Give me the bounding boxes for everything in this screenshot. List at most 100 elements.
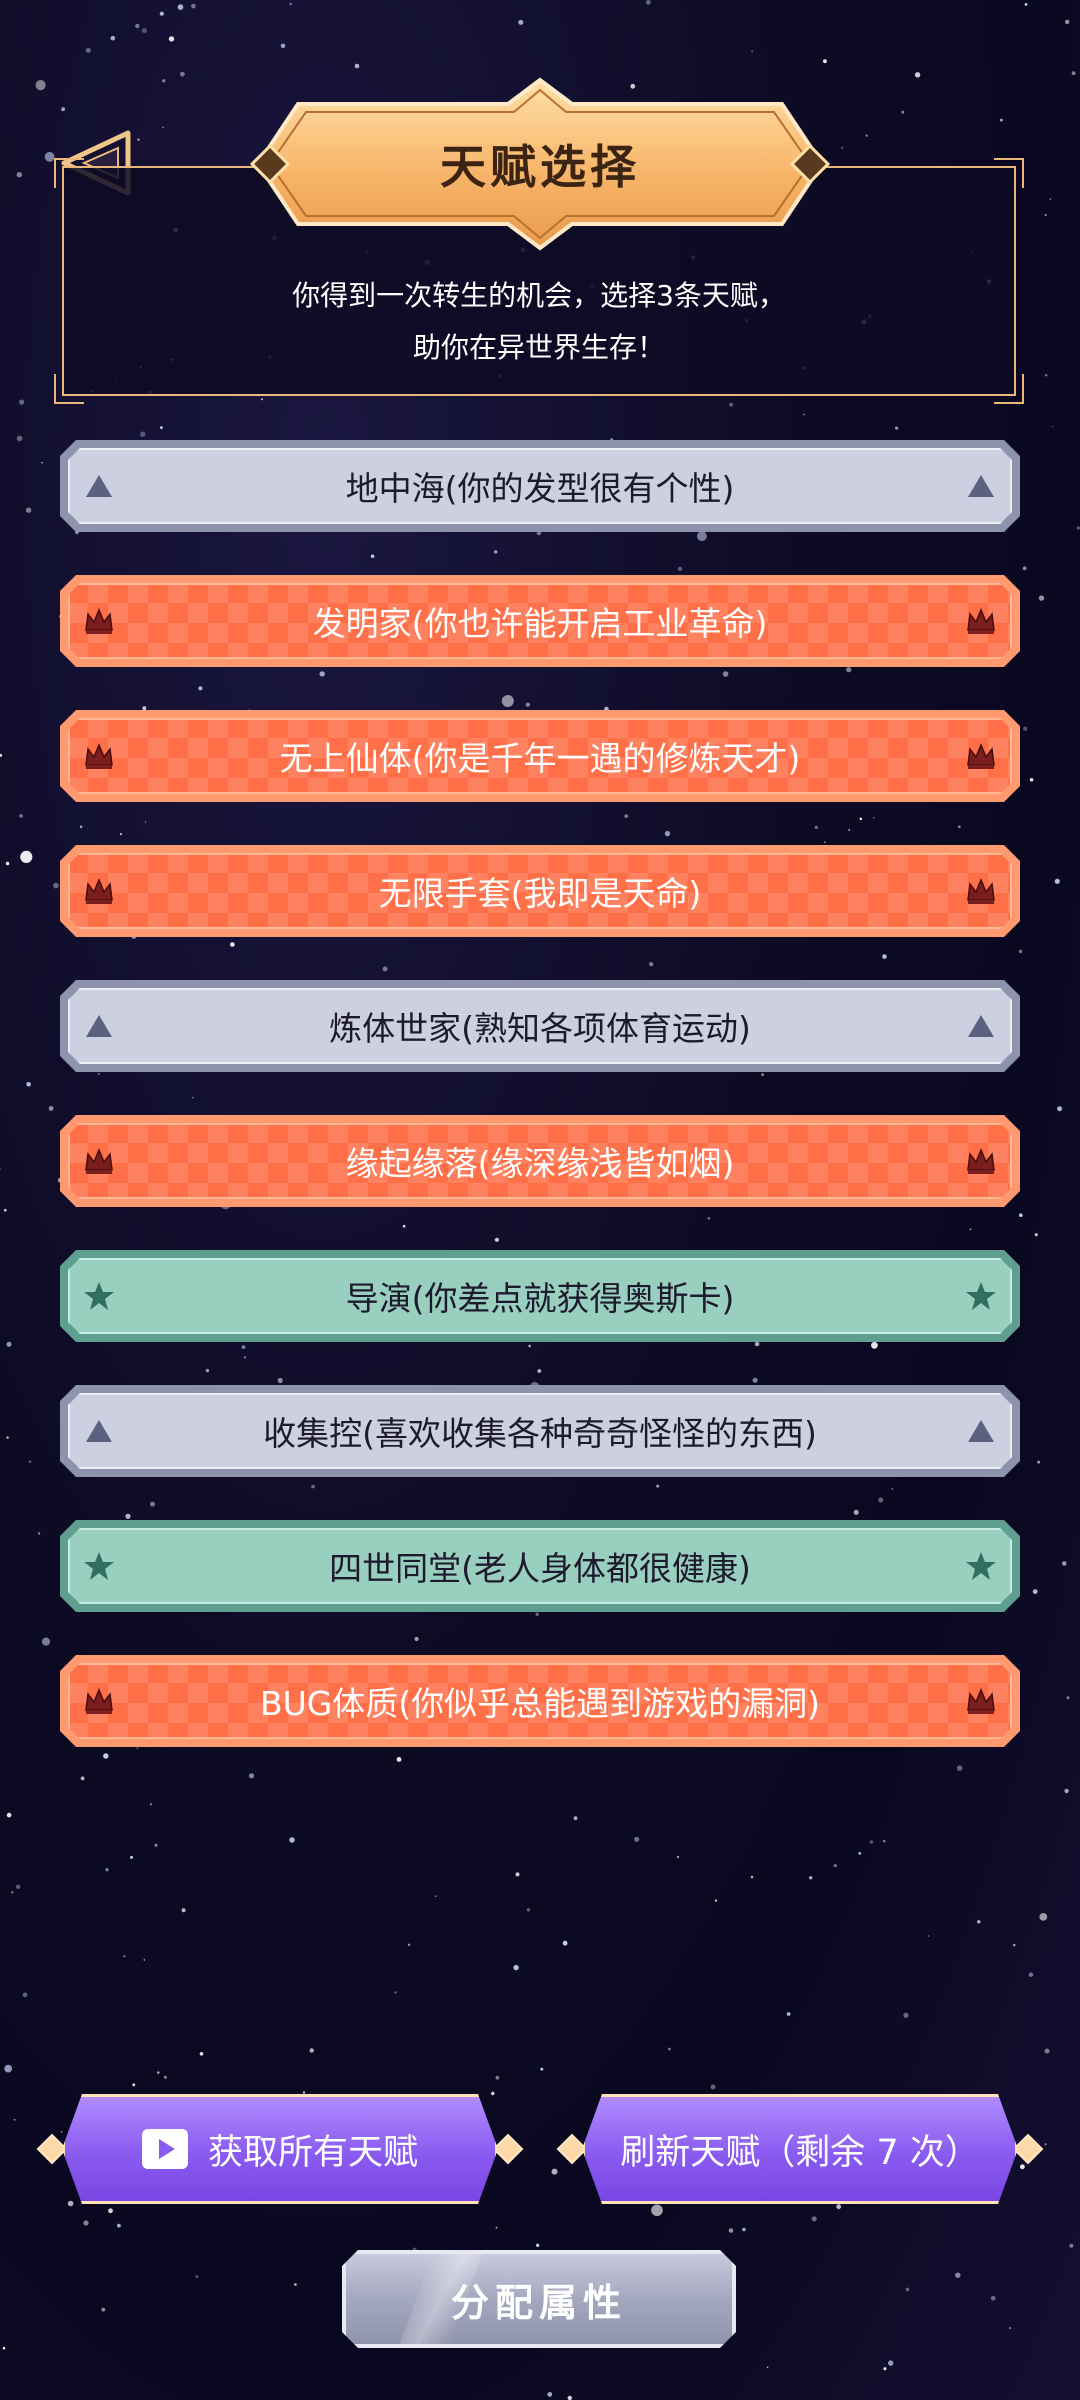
star	[1022, 566, 1027, 571]
talent-label: 收集控(喜欢收集各种奇奇怪怪的东西)	[263, 1414, 817, 1453]
star	[180, 71, 185, 77]
star	[882, 1839, 886, 1843]
star	[872, 817, 875, 819]
star	[19, 814, 23, 818]
star	[80, 1776, 85, 1781]
star	[905, 2287, 910, 2292]
star	[526, 1908, 531, 1912]
star	[137, 138, 140, 141]
star	[277, 1377, 283, 1384]
star	[4, 1208, 7, 1212]
star	[540, 2067, 544, 2071]
star	[141, 28, 147, 34]
star	[878, 1497, 884, 1503]
star	[494, 1237, 499, 1242]
talent-option[interactable]: 无上仙体(你是千年一遇的修炼天才)	[60, 710, 1020, 802]
star	[634, 1836, 640, 1842]
star	[132, 2083, 136, 2087]
star	[1039, 1913, 1048, 1921]
star	[624, 814, 629, 818]
star	[135, 23, 140, 29]
star	[977, 1920, 981, 1924]
star	[1029, 778, 1034, 782]
star	[958, 825, 961, 829]
talent-label: 地中海(你的发型很有个性)	[345, 469, 735, 508]
star	[1012, 1943, 1016, 1947]
star	[1044, 2048, 1050, 2054]
star	[159, 11, 164, 16]
star	[2, 2346, 6, 2350]
star	[110, 35, 116, 41]
intro-text: 你得到一次转生的机会，选择3条天赋， 助你在异世界生存！	[64, 270, 1014, 374]
star	[248, 1773, 255, 1779]
talent-option[interactable]: 收集控(喜欢收集各种奇奇怪怪的东西)	[60, 1385, 1020, 1477]
star	[895, 426, 899, 430]
talent-option[interactable]: 炼体世家(熟知各项体育运动)	[60, 980, 1020, 1072]
star	[191, 3, 196, 9]
talent-option[interactable]: 地中海(你的发型很有个性)	[60, 440, 1020, 532]
star	[649, 962, 654, 967]
star	[136, 1747, 139, 1750]
star	[15, 1884, 21, 1890]
star	[150, 1501, 155, 1507]
star	[108, 2208, 113, 2214]
star	[1023, 726, 1028, 731]
refresh-talents-button[interactable]: 刷新天赋（剩余 7 次）	[552, 2094, 1048, 2204]
star	[120, 833, 122, 836]
star	[394, 1991, 397, 1994]
star	[547, 2392, 553, 2397]
assign-attributes-label: 分配属性	[450, 2280, 627, 2325]
star	[656, 1484, 660, 1488]
talent-option[interactable]: 无限手套(我即是天命)	[60, 845, 1020, 937]
star	[751, 50, 753, 53]
star	[382, 966, 388, 972]
assign-attributes-button[interactable]: 分配属性	[342, 2250, 736, 2348]
star	[103, 1753, 109, 1759]
star	[163, 2075, 167, 2079]
star	[13, 2118, 16, 2121]
star	[1065, 19, 1070, 25]
star	[668, 2047, 671, 2051]
star	[676, 1855, 680, 1859]
get-all-talents-button[interactable]: 获取所有天赋	[32, 2094, 528, 2204]
star	[117, 2223, 121, 2228]
star	[518, 19, 524, 25]
star	[37, 1532, 41, 1535]
talent-option[interactable]: BUG体质(你似乎总能遇到游戏的漏洞)	[60, 1655, 1020, 1747]
star	[754, 1341, 760, 1347]
star	[697, 531, 707, 541]
star	[535, 1612, 539, 1617]
star	[1057, 1106, 1063, 1112]
talent-option[interactable]: 发明家(你也许能开启工业革命)	[60, 575, 1020, 667]
star	[19, 399, 25, 405]
star	[1008, 2326, 1012, 2330]
star	[501, 695, 514, 707]
star	[1066, 1696, 1070, 1700]
talent-label: 发明家(你也许能开启工业革命)	[312, 604, 768, 643]
star	[22, 1992, 28, 1998]
star	[198, 686, 203, 691]
talent-option[interactable]: 四世同堂(老人身体都很健康)	[60, 1520, 1020, 1612]
star	[1045, 374, 1048, 377]
star	[1071, 71, 1076, 76]
talent-label: 四世同堂(老人身体都很健康)	[329, 1549, 751, 1588]
star	[402, 1224, 406, 1228]
star	[848, 829, 851, 831]
talent-label: 导演(你差点就获得奥斯卡)	[345, 1279, 735, 1318]
talent-label: 无限手套(我即是天命)	[378, 874, 702, 913]
star	[434, 1895, 437, 1898]
star	[319, 671, 325, 677]
star	[140, 431, 146, 437]
star	[6, 1341, 12, 1347]
talent-label: 缘起缘落(缘深缘浅皆如烟)	[345, 1144, 735, 1183]
star	[646, 0, 651, 5]
star	[707, 1217, 711, 1220]
star	[1049, 198, 1052, 201]
talent-option[interactable]: 导演(你差点就获得奥斯卡)	[60, 1250, 1020, 1342]
talent-option[interactable]: 缘起缘落(缘深缘浅皆如烟)	[60, 1115, 1020, 1207]
star	[105, 1868, 109, 1872]
star	[101, 2307, 106, 2312]
star	[48, 1106, 54, 1111]
star	[309, 2048, 314, 2053]
star	[16, 172, 22, 178]
